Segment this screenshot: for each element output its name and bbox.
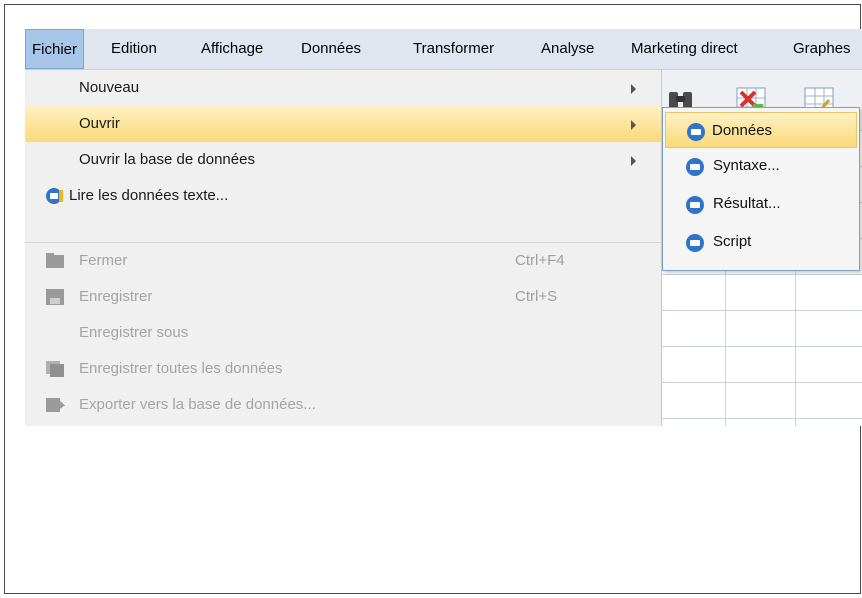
submenu-item-label: Données (712, 122, 773, 139)
menu-item-label: Enregistrer sous (79, 324, 189, 341)
menu-item-fermer[interactable]: Fermer Ctrl+F4 (25, 243, 661, 279)
menu-item-label: Enregistrer (79, 288, 153, 305)
folder-icon (46, 253, 64, 268)
menu-donnees[interactable]: Données (295, 29, 367, 69)
text-data-icon (46, 188, 63, 204)
open-data-icon (687, 123, 705, 141)
menu-item-ouvrir[interactable]: Ouvrir (25, 106, 661, 142)
menu-analyse[interactable]: Analyse (535, 29, 600, 69)
menu-item-label: Exporter vers la base de données... (79, 396, 316, 413)
submenu-item-label: Syntaxe... (713, 157, 780, 174)
menu-item-label: Ouvrir (79, 115, 120, 132)
menubar: Fichier Edition Affichage Données Transf… (25, 29, 862, 70)
submenu-item-label: Script (713, 233, 752, 250)
submenu-item-syntaxe[interactable]: Syntaxe... (665, 148, 857, 184)
menu-item-enregistrer[interactable]: Enregistrer Ctrl+S (25, 279, 661, 315)
menu-item-nouveau[interactable]: Nouveau (25, 70, 661, 106)
menu-item-enregistrer-toutes[interactable]: Enregistrer toutes les données (25, 351, 661, 387)
submenu-item-donnees[interactable]: Données (665, 112, 857, 148)
submenu-item-resultat[interactable]: Résultat... (665, 186, 857, 222)
menu-marketing-direct[interactable]: Marketing direct (625, 29, 744, 69)
menu-item-label: Ouvrir la base de données (79, 151, 255, 168)
open-script-icon (686, 234, 704, 252)
open-output-icon (686, 196, 704, 214)
submenu-arrow-icon (631, 84, 636, 94)
submenu-item-script[interactable]: Script (665, 224, 857, 260)
app-window: Fichier Edition Affichage Données Transf… (25, 29, 862, 426)
menu-transformer[interactable]: Transformer (407, 29, 500, 69)
submenu-arrow-icon (631, 156, 636, 166)
open-submenu: Données Syntaxe... Résultat... Script (662, 107, 860, 271)
menu-item-lire-donnees-texte[interactable]: Lire les données texte... (25, 178, 661, 214)
menu-item-label: Fermer (79, 252, 128, 269)
submenu-arrow-icon (631, 120, 636, 130)
menu-item-label: Lire les données texte... (69, 187, 229, 204)
save-icon (46, 289, 64, 305)
menu-item-label: Nouveau (79, 79, 140, 96)
submenu-item-label: Résultat... (713, 195, 781, 212)
save-all-icon (46, 361, 64, 377)
open-syntax-icon (686, 158, 704, 176)
menu-edition[interactable]: Edition (105, 29, 163, 69)
menu-affichage[interactable]: Affichage (195, 29, 269, 69)
menu-item-exporter-base[interactable]: Exporter vers la base de données... (25, 387, 661, 423)
export-database-icon (46, 398, 65, 412)
file-menu: Nouveau Ouvrir Ouvrir la base de données… (25, 70, 662, 426)
menu-item-ouvrir-base-donnees[interactable]: Ouvrir la base de données (25, 142, 661, 178)
shortcut-label: Ctrl+S (515, 288, 558, 305)
shortcut-label: Ctrl+F4 (515, 252, 565, 269)
menu-item-enregistrer-sous[interactable]: Enregistrer sous (25, 315, 661, 351)
menu-graphes[interactable]: Graphes (787, 29, 857, 69)
menu-item-label: Enregistrer toutes les données (79, 360, 283, 377)
screenshot-frame: Fichier Edition Affichage Données Transf… (4, 4, 862, 594)
menu-fichier[interactable]: Fichier (25, 29, 85, 69)
